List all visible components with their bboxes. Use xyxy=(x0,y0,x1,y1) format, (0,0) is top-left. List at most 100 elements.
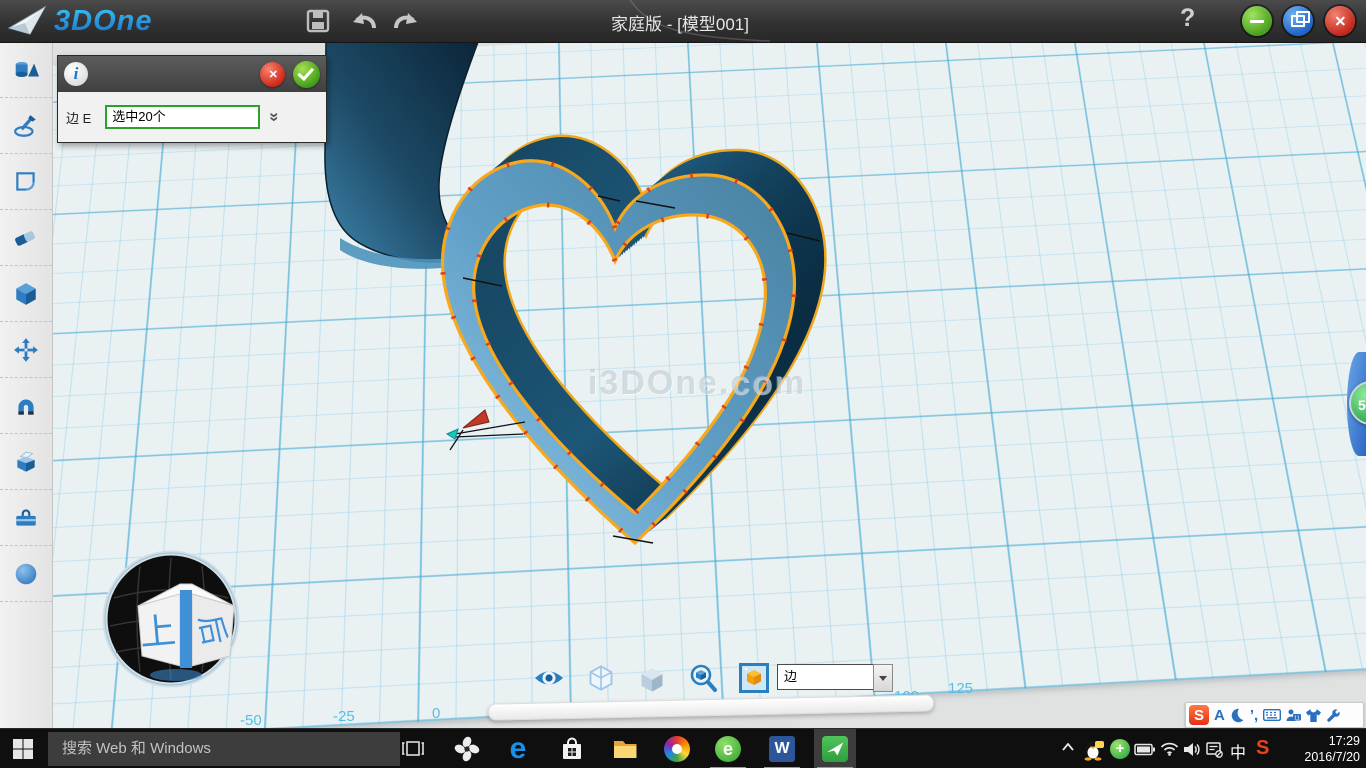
tray-ime-indicator[interactable]: 中 xyxy=(1230,739,1246,763)
windows-logo-icon xyxy=(11,737,35,761)
dialog-cancel-button[interactable] xyxy=(260,62,285,87)
app-browser-360[interactable] xyxy=(446,729,488,768)
keyboard-icon[interactable] xyxy=(1263,709,1281,721)
start-button[interactable] xyxy=(2,729,44,768)
store-bag-icon xyxy=(559,736,585,762)
direction-arrow-marker[interactable] xyxy=(445,408,529,460)
clock-date: 2016/7/20 xyxy=(1284,749,1360,765)
sidebar-item-magnet[interactable] xyxy=(0,378,52,434)
app-360-safe[interactable] xyxy=(656,729,698,768)
axis-label: 0 xyxy=(432,705,440,722)
tray-notification-icon[interactable] xyxy=(1206,742,1223,758)
app-file-explorer[interactable] xyxy=(604,729,646,768)
app-name: 3DOne xyxy=(54,5,152,38)
sogou-logo[interactable]: S xyxy=(1189,705,1209,725)
view-cube[interactable]: 上 后 xyxy=(100,548,242,690)
skin-shirt-icon[interactable] xyxy=(1306,708,1321,722)
sidebar-item-material[interactable] xyxy=(0,546,52,602)
cube-icon xyxy=(13,281,39,307)
sidebar-item-move[interactable] xyxy=(0,322,52,378)
wrench-icon[interactable] xyxy=(1326,708,1340,722)
sogou-ime-bar: S A ’, 11 xyxy=(1185,702,1364,728)
edge-selection-field[interactable]: 选中20个 xyxy=(105,105,260,129)
tray-qq-icon[interactable] xyxy=(1084,737,1104,761)
clock-time: 17:29 xyxy=(1284,733,1360,749)
sidebar-item-sketch[interactable] xyxy=(0,98,52,154)
green-e-icon: e xyxy=(715,736,741,762)
sidebar-item-solid[interactable] xyxy=(0,266,52,322)
save-button[interactable] xyxy=(304,7,332,35)
display-mode-button[interactable] xyxy=(739,663,769,693)
dialog-body: 边 E 选中20个 » xyxy=(58,92,326,142)
watermark: i3DOne.com xyxy=(588,364,806,403)
app-store[interactable] xyxy=(551,729,593,768)
heart-model[interactable] xyxy=(430,133,860,573)
close-button[interactable] xyxy=(1325,6,1355,36)
cube-face-left-label[interactable]: 上 xyxy=(138,610,177,654)
minimize-button[interactable] xyxy=(1242,6,1272,36)
zoom-button[interactable] xyxy=(688,663,718,693)
eraser-icon xyxy=(13,225,39,251)
sphere-icon xyxy=(13,561,39,587)
edge-field-label: 边 E xyxy=(66,108,91,127)
app-browser-speed[interactable]: e xyxy=(707,729,749,768)
filter-dropdown[interactable]: 边 xyxy=(777,664,877,690)
dialog-header[interactable]: i xyxy=(58,56,326,92)
sidebar-item-special-features[interactable] xyxy=(0,434,52,490)
sidebar-item-edit-sketch[interactable] xyxy=(0,154,52,210)
wireframe-view-button[interactable] xyxy=(587,664,615,692)
magnet-icon xyxy=(13,393,39,419)
task-view-icon xyxy=(401,740,425,758)
ime-mode-toggle[interactable]: A xyxy=(1214,707,1225,724)
punctuation-toggle[interactable]: ’, xyxy=(1250,707,1258,724)
toolbox-icon xyxy=(13,505,39,531)
visibility-eye-button[interactable] xyxy=(533,667,565,689)
undo-button[interactable] xyxy=(350,8,378,36)
sidebar-item-toolbox[interactable] xyxy=(0,490,52,546)
sketch-pencil-icon xyxy=(13,113,39,139)
sidebar-item-eraser[interactable] xyxy=(0,210,52,266)
tray-clock[interactable]: 17:29 2016/7/20 xyxy=(1284,733,1366,765)
selection-dialog: i 边 E 选中20个 » xyxy=(57,55,327,143)
app-word[interactable]: W xyxy=(761,729,803,768)
taskbar: 搜索 Web 和 Windows e xyxy=(0,728,1366,768)
edge-icon: e xyxy=(510,736,527,762)
app-edge[interactable]: e xyxy=(497,729,539,768)
search-input[interactable]: 搜索 Web 和 Windows xyxy=(48,732,400,766)
close-icon xyxy=(268,70,277,79)
axis-label: 125 xyxy=(948,680,973,697)
tray-wifi-icon[interactable] xyxy=(1160,742,1179,756)
paper-plane-icon xyxy=(8,4,48,38)
close-icon xyxy=(1334,15,1345,26)
tray-expand-chevron[interactable] xyxy=(1062,743,1074,751)
dialog-confirm-button[interactable] xyxy=(293,61,320,88)
app-logo: 3DOne xyxy=(8,4,152,38)
tray-battery-icon[interactable] xyxy=(1134,743,1156,756)
moon-icon[interactable] xyxy=(1230,708,1245,723)
folder-icon xyxy=(612,737,639,761)
app-3done-active[interactable] xyxy=(814,729,856,768)
3d-viewport[interactable]: i3DOne.com -50 -25 0 25 75 100 125 xyxy=(52,42,1366,728)
redo-button[interactable] xyxy=(392,8,420,36)
task-view-button[interactable] xyxy=(392,729,434,768)
minus-icon xyxy=(1250,20,1264,23)
member-icon[interactable]: 11 xyxy=(1286,709,1301,722)
tray-volume-icon[interactable] xyxy=(1183,742,1201,757)
axis-label: -25 xyxy=(333,708,355,725)
tray-sogou-icon[interactable]: S xyxy=(1256,737,1269,760)
restore-icon xyxy=(1291,15,1305,27)
titlebar: 3DOne 家庭版 - [模型001] ? xyxy=(0,0,1366,43)
expand-chevron-icon[interactable]: » xyxy=(265,112,285,121)
filter-dropdown-arrow-button[interactable] xyxy=(873,664,893,692)
word-icon: W xyxy=(769,736,795,762)
solid-view-button[interactable] xyxy=(638,667,666,693)
tray-360-icon[interactable]: + xyxy=(1110,739,1130,759)
move-arrows-icon xyxy=(13,337,39,363)
axis-label: -50 xyxy=(240,712,262,728)
check-icon xyxy=(297,63,314,80)
restore-button[interactable] xyxy=(1283,6,1313,36)
open-box-icon xyxy=(13,449,39,475)
help-button[interactable]: ? xyxy=(1180,4,1195,33)
sidebar-item-primitives[interactable] xyxy=(0,42,52,98)
tool-sidebar xyxy=(0,42,53,728)
